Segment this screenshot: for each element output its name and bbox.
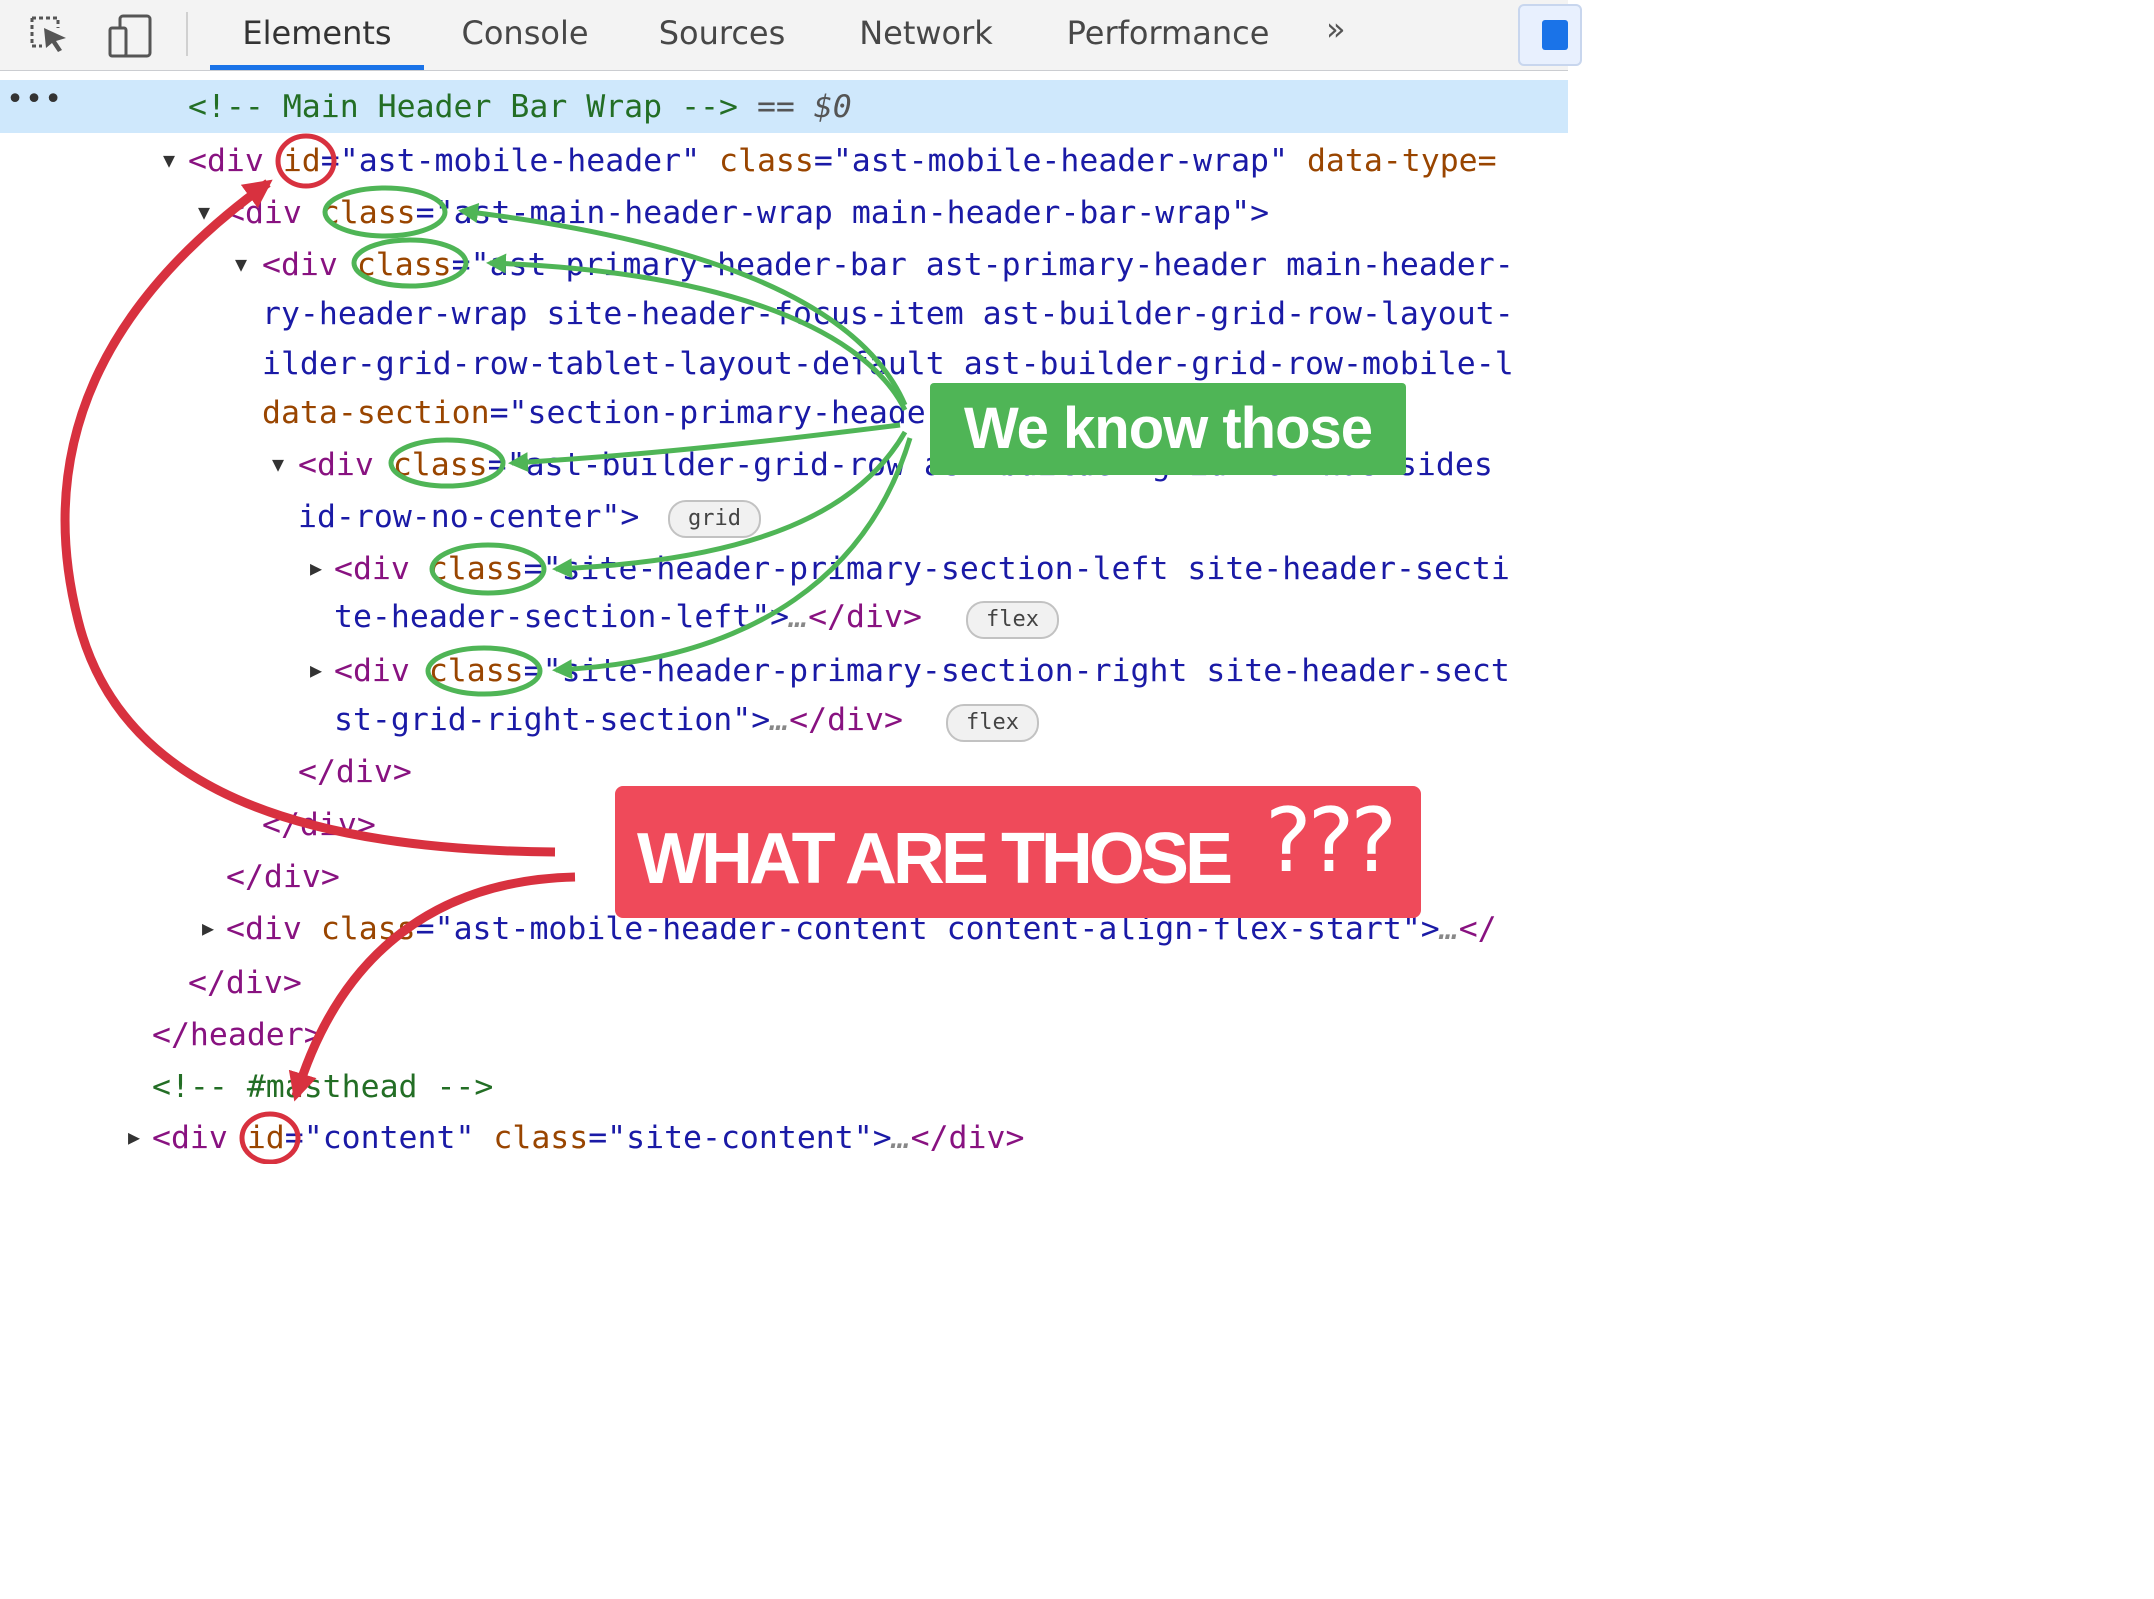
- red-arrow-up: [60, 179, 556, 857]
- class-highlight-3: [388, 437, 506, 489]
- green-arrow-1: [458, 203, 908, 406]
- green-arrow-3: [508, 422, 901, 473]
- green-arrow-5: [552, 437, 913, 680]
- class-highlight-1: [322, 185, 448, 239]
- class-highlight-5: [425, 645, 543, 697]
- id-highlight-bottom: [239, 1111, 301, 1164]
- id-highlight-top: [275, 133, 337, 189]
- annotated-devtools-screenshot: Elements Console Sources Network Perform…: [0, 0, 1582, 1164]
- class-highlight-4: [429, 542, 547, 596]
- green-arrow-2: [486, 253, 908, 412]
- red-arrow-down: [288, 872, 576, 1102]
- annotation-overlay: [60, 133, 913, 1164]
- class-highlight-2: [351, 237, 469, 289]
